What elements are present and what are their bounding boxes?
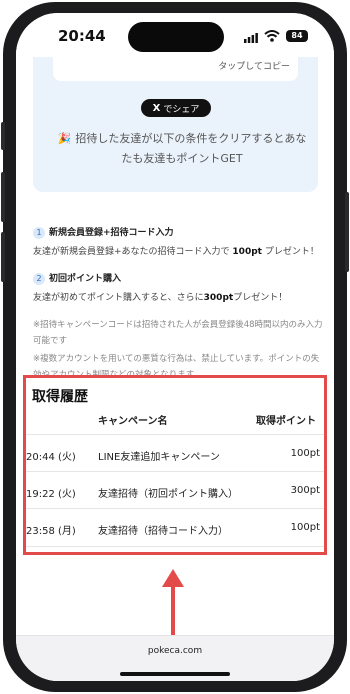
url-text: pokeca.com [147, 646, 203, 656]
step-2-desc-post: プレゼント！ [233, 293, 288, 303]
volume-down-button [1, 232, 5, 282]
battery-icon: 84 [286, 30, 308, 42]
row-campaign: 友達招待（招待コード入力） [98, 526, 228, 537]
step-1-desc-post: プレゼント！ [264, 247, 319, 257]
step-1-heading: 1 新規会員登録+招待コード入力 [33, 225, 174, 239]
signal-icon [244, 33, 258, 43]
page-content[interactable]: タップしてコピー X でシェア 🎉 招待した友達が以下の条件をクリアするとあなたも… [16, 57, 334, 635]
copy-hint: タップしてコピー [218, 62, 290, 72]
phone-frame: 20:44 84 タップしてコピー X でシェア 🎉 招待した友達が以下の条件を… [1, 2, 349, 692]
row-points: 100pt [290, 448, 320, 459]
status-time: 20:44 [58, 27, 106, 45]
highlight-arrow-shaft [171, 587, 175, 635]
table-row: (火) 20:44 LINE友達追加キャンペーン 100pt [26, 434, 324, 470]
share-on-x-label: でシェア [163, 104, 200, 115]
row-campaign: LINE友達追加キャンペーン [98, 452, 220, 463]
step-2-number: 2 [33, 273, 45, 285]
wifi-icon [264, 30, 280, 42]
row-campaign: 友達招待（初回ポイント購入） [98, 489, 238, 500]
header-campaign: キャンペーン名 [98, 416, 168, 427]
step-1-title: 新規会員登録+招待コード入力 [49, 228, 174, 238]
step-1-number: 1 [33, 227, 45, 239]
screen: 20:44 84 タップしてコピー X でシェア 🎉 招待した友達が以下の条件を… [16, 13, 334, 681]
row-points: 300pt [290, 485, 320, 496]
party-popper-icon: 🎉 [57, 132, 72, 145]
table-row: (火) 19:22 友達招待（初回ポイント購入） 300pt [26, 471, 324, 507]
browser-address-bar[interactable]: pokeca.com [16, 635, 334, 681]
invite-code-card[interactable]: タップしてコピー [53, 57, 298, 81]
power-button [345, 192, 349, 272]
step-2-heading: 2 初回ポイント購入 [33, 271, 121, 285]
step-1-points: 100pt [232, 247, 262, 257]
highlight-arrow-head [162, 569, 184, 587]
volume-up-button [1, 172, 5, 222]
step-2-desc-pre: 友達が初めてポイント購入すると、さらに [33, 293, 204, 303]
header-points: 取得ポイント [256, 416, 316, 427]
step-2-title: 初回ポイント購入 [49, 274, 122, 284]
home-indicator[interactable] [120, 672, 230, 676]
table-end-divider [26, 546, 324, 547]
note-code-deadline: ※招待キャンペーンコードは招待された人が会員登録後48時間以内のみ入力可能です [33, 320, 323, 346]
step-2-description: 友達が初めてポイント購入すると、さらに300ptプレゼント！ [33, 290, 287, 303]
row-points: 100pt [290, 522, 320, 533]
share-box: タップしてコピー X でシェア 🎉 招待した友達が以下の条件をクリアするとあなたも… [33, 57, 318, 192]
dynamic-island [128, 22, 224, 52]
action-button [1, 122, 5, 150]
history-title: 取得履歴 [32, 389, 88, 405]
condition-text: 招待した友達が以下の条件をクリアするとあなたも友達もポイントGET [75, 132, 307, 165]
step-1-description: 友達が新規会員登録+あなたの招待コード入力で 100pt プレゼント！ [33, 244, 319, 257]
share-on-x-button[interactable]: X でシェア [141, 99, 211, 117]
step-2-points: 300pt [203, 293, 234, 303]
status-bar: 20:44 84 [16, 13, 334, 57]
condition-text-block: 🎉 招待した友達が以下の条件をクリアするとあなたも友達もポイントGET [57, 129, 307, 169]
acquisition-history-panel: 取得履歴 キャンペーン名 取得ポイント (火) 20:44 LINE友達追加キャ… [23, 375, 327, 555]
table-row: (月) 23:58 友達招待（招待コード入力） 100pt [26, 508, 324, 544]
x-logo-icon: X [152, 102, 161, 114]
step-1-desc-pre: 友達が新規会員登録+あなたの招待コード入力で [33, 247, 230, 257]
